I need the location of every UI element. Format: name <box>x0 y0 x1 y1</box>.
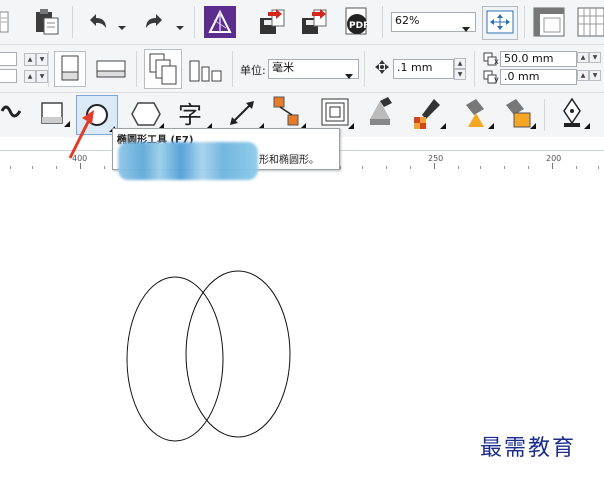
ruler-minor-tick <box>10 166 11 169</box>
import-icon[interactable] <box>256 6 288 38</box>
redaction-blur <box>118 142 258 180</box>
ruler-minor-tick <box>598 166 599 169</box>
units-label: 单位: <box>240 64 266 77</box>
nudge-spin-down[interactable]: ▼ <box>454 69 466 80</box>
ruler-minor-tick <box>386 166 387 169</box>
transparency-tool-icon[interactable] <box>362 95 398 131</box>
zoom-dropdown-icon[interactable] <box>462 19 470 32</box>
ruler-minor-tick <box>528 166 529 169</box>
nudge-distance-value: .1 mm <box>397 61 433 74</box>
corel-connect-icon[interactable] <box>204 6 236 38</box>
tooltip-description: 形和椭圆形。 <box>259 155 319 166</box>
width-spin-down[interactable]: ▼ <box>36 53 48 66</box>
ellipse-shape-right <box>185 270 291 438</box>
units-value: 毫米 <box>272 61 294 74</box>
export-icon[interactable] <box>298 6 330 38</box>
ruler-minor-tick <box>480 166 481 169</box>
polygon-tool-icon[interactable] <box>126 97 166 131</box>
new-document-icon[interactable] <box>0 10 10 34</box>
connector-tool-icon[interactable] <box>270 95 306 131</box>
duplicate-y-label: y <box>494 75 499 84</box>
outline-pen-tool-icon[interactable] <box>554 95 590 131</box>
property-bar: ▲ ▼ ▲ ▼ 单位: 毫米 .1 mm ▲ ▼ x 50.0 mm ▲ ▼ y… <box>0 44 604 93</box>
nudge-spin-up[interactable]: ▲ <box>454 58 466 69</box>
ruler-label-200: 200 <box>546 154 562 163</box>
duplicate-y-field[interactable]: .0 mm <box>500 69 577 85</box>
ruler-minor-tick <box>504 166 505 169</box>
redo-icon[interactable] <box>142 10 168 34</box>
interactive-fill-tool-icon[interactable] <box>458 95 494 131</box>
watermark-text: 最需教育 <box>480 436 577 461</box>
width-spin-up[interactable]: ▲ <box>24 53 36 66</box>
ruler-label-250: 250 <box>428 154 444 163</box>
current-page-button[interactable] <box>188 57 224 85</box>
duplicate-y-value: .0 mm <box>504 70 540 83</box>
units-dropdown-icon[interactable] <box>345 66 353 79</box>
nudge-distance-icon <box>374 59 390 75</box>
ruler-minor-tick <box>458 166 459 169</box>
freehand-tool-icon[interactable] <box>0 99 26 127</box>
full-screen-preview-icon[interactable] <box>482 6 518 40</box>
text-tool-icon[interactable]: 字 <box>172 97 212 131</box>
svg-text:PDF: PDF <box>349 21 369 31</box>
portrait-orientation-button[interactable] <box>54 51 86 87</box>
ruler-minor-tick <box>362 166 363 169</box>
ruler-minor-tick <box>576 166 577 169</box>
dimension-tool-icon[interactable] <box>224 97 264 131</box>
zoom-level-value: 62% <box>395 14 420 27</box>
undo-icon[interactable] <box>84 10 110 34</box>
duplicate-x-value: 50.0 mm <box>504 52 554 65</box>
duplicate-x-field[interactable]: 50.0 mm <box>500 51 577 67</box>
height-field[interactable] <box>0 69 17 83</box>
ruler-tick <box>434 163 435 169</box>
undo-dropdown-icon[interactable] <box>118 17 126 30</box>
all-pages-button[interactable] <box>144 49 182 89</box>
standard-toolbar: PDF 62% <box>0 0 604 44</box>
annotation-arrow-icon <box>68 110 94 159</box>
width-field[interactable] <box>0 52 17 66</box>
ruler-minor-tick <box>56 166 57 169</box>
duplicate-x-label: x <box>494 57 499 66</box>
nudge-distance-field[interactable]: .1 mm <box>393 59 454 79</box>
show-rulers-icon[interactable] <box>532 6 566 38</box>
svg-text:字: 字 <box>178 101 202 129</box>
duplicate-y-spin-up[interactable]: ▲ <box>577 70 589 81</box>
duplicate-y-spin-down[interactable]: ▼ <box>589 70 601 81</box>
landscape-orientation-button[interactable] <box>94 55 128 83</box>
ruler-minor-tick <box>32 166 33 169</box>
duplicate-x-spin-up[interactable]: ▲ <box>577 52 589 63</box>
paste-icon[interactable] <box>32 8 62 36</box>
height-spin-down[interactable]: ▼ <box>36 70 48 83</box>
publish-pdf-icon[interactable]: PDF <box>342 6 374 38</box>
duplicate-x-spin-down[interactable]: ▼ <box>589 52 601 63</box>
ellipse-shape-left <box>126 276 224 442</box>
ruler-minor-tick <box>410 166 411 169</box>
redo-dropdown-icon[interactable] <box>176 17 184 30</box>
show-grid-icon[interactable] <box>576 6 604 38</box>
smart-fill-tool-icon[interactable] <box>500 95 536 131</box>
contour-tool-icon[interactable] <box>318 97 354 131</box>
ruler-tick <box>552 163 553 169</box>
eyedropper-tool-icon[interactable] <box>410 95 446 131</box>
ruler-minor-tick <box>340 166 341 169</box>
height-spin-up[interactable]: ▲ <box>24 70 36 83</box>
ruler-minor-tick <box>104 166 105 169</box>
